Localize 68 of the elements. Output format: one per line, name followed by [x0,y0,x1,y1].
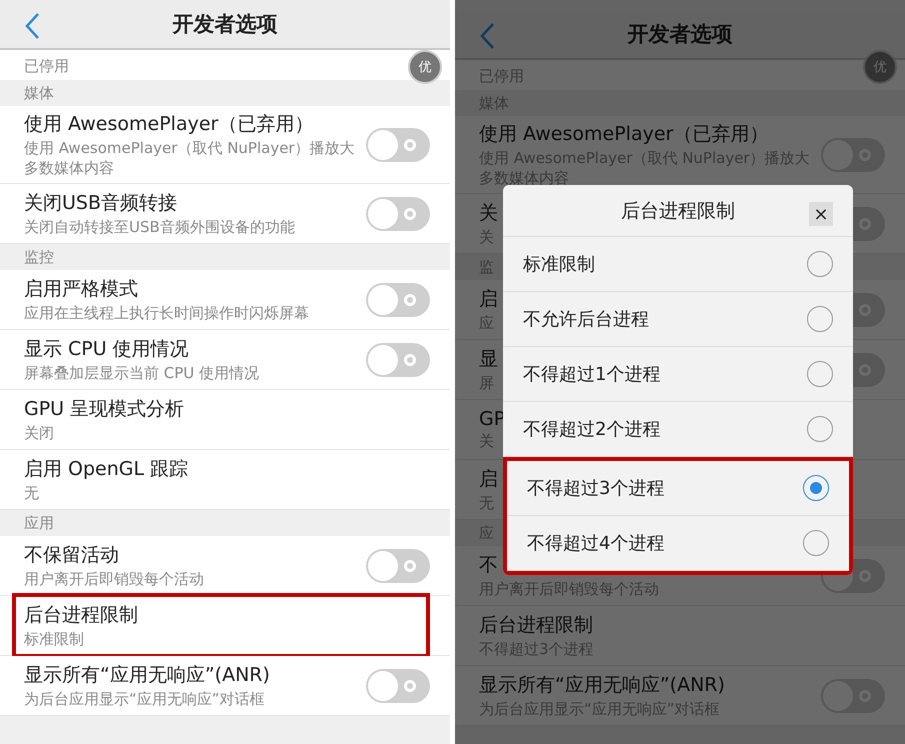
setting-title: 关闭USB音频转接 [24,190,178,216]
section-header: 应用 [24,514,54,532]
option-label: 不得超过3个进程 [527,477,664,500]
option-label: 不得超过2个进程 [523,418,660,441]
toggle-switch[interactable] [366,128,430,162]
setting-row[interactable]: 关闭USB音频转接 关闭自动转接至USB音频外围设备的功能 [0,184,450,244]
dialog-title: 后台进程限制 [621,198,735,224]
setting-subtitle: 标准限制 [24,630,84,650]
radio-button[interactable] [803,530,829,556]
setting-subtitle: 用户离开后即销毁每个活动 [24,570,204,590]
setting-subtitle: 屏幕叠加层显示当前 CPU 使用情况 [24,364,260,384]
setting-title: 不 [479,552,498,578]
setting-title: 后台进程限制 [479,612,593,638]
setting-title: 显示所有“应用无响应”(ANR) [24,662,270,688]
toggle-switch[interactable] [366,282,430,316]
setting-title: 不保留活动 [24,542,119,568]
setting-subtitle: 关闭自动转接至USB音频外围设备的功能 [24,218,295,238]
toggle-switch[interactable] [366,668,430,702]
setting-title: 关 [479,200,498,226]
setting-row[interactable]: 启用 OpenGL 跟踪 无 [0,450,450,510]
setting-title: 使用 AwesomePlayer（已弃用） [479,122,768,147]
radio-option[interactable]: 不得超过4个进程 [507,516,849,571]
setting-subtitle: 关闭 [24,424,54,444]
option-label: 标准限制 [523,253,595,276]
setting-row[interactable]: 启用严格模式 应用在主线程上执行长时间操作时闪烁屏幕 [0,270,450,330]
setting-subtitle: 为后台应用显示“应用无响应”对话框 [24,690,265,710]
setting-title: 启 [479,466,498,492]
radio-button[interactable] [803,475,829,501]
option-label: 不得超过1个进程 [523,363,660,386]
setting-title: 显 [479,346,498,372]
setting-title: 启用 OpenGL 跟踪 [24,456,188,482]
radio-option[interactable]: 不得超过3个进程 [507,461,849,516]
radio-option[interactable]: 不得超过1个进程 [503,347,853,402]
setting-title: 显示所有“应用无响应”(ANR) [479,672,725,698]
radio-button[interactable] [807,416,833,442]
back-icon[interactable] [24,12,40,40]
setting-title: GPU 呈现模式分析 [24,396,184,422]
setting-title: 使用 AwesomePlayer（已弃用） [24,112,314,137]
setting-title: 启用严格模式 [24,276,138,302]
setting-title: 后台进程限制 [24,602,138,628]
back-icon[interactable] [479,22,495,50]
setting-subtitle: 应用在主线程上执行长时间操作时闪烁屏幕 [24,304,309,324]
setting-subtitle: 无 [24,484,39,504]
setting-row[interactable]: GPU 呈现模式分析 关闭 [0,390,450,450]
setting-row[interactable]: 使用 AwesomePlayer（已弃用） 使用 AwesomePlayer（取代 NuPlayer）播放大多数媒体内容 [0,106,450,184]
radio-option[interactable]: 不得超过2个进程 [503,402,853,457]
setting-value: 已停用 [24,57,69,76]
close-button[interactable]: × [809,202,833,226]
toggle-switch[interactable] [366,342,430,376]
setting-title: 显示 CPU 使用情况 [24,336,189,362]
radio-button[interactable] [807,306,833,332]
setting-row[interactable]: 显示 CPU 使用情况 屏幕叠加层显示当前 CPU 使用情况 [0,330,450,390]
radio-option[interactable]: 标准限制 [503,237,853,292]
screen-title: 开发者选项 [628,21,732,48]
section-header: 媒体 [24,84,54,102]
radio-option[interactable]: 不允许后台进程 [503,292,853,347]
option-label: 不允许后台进程 [523,308,649,331]
toggle-switch[interactable] [366,548,430,582]
radio-button[interactable] [807,251,833,277]
setting-row[interactable]: 后台进程限制 标准限制 [0,596,450,656]
radio-button[interactable] [807,361,833,387]
setting-row[interactable]: 显示所有“应用无响应”(ANR) 为后台应用显示“应用无响应”对话框 [0,656,450,716]
setting-row[interactable]: 不保留活动 用户离开后即销毁每个活动 [0,536,450,596]
screen-title: 开发者选项 [172,11,278,38]
setting-subtitle: 使用 AwesomePlayer（取代 NuPlayer）播放大多数媒体内容 [24,139,356,178]
section-header: 监控 [24,248,54,266]
toggle-switch[interactable] [366,196,430,230]
setting-title: 启 [479,286,498,312]
